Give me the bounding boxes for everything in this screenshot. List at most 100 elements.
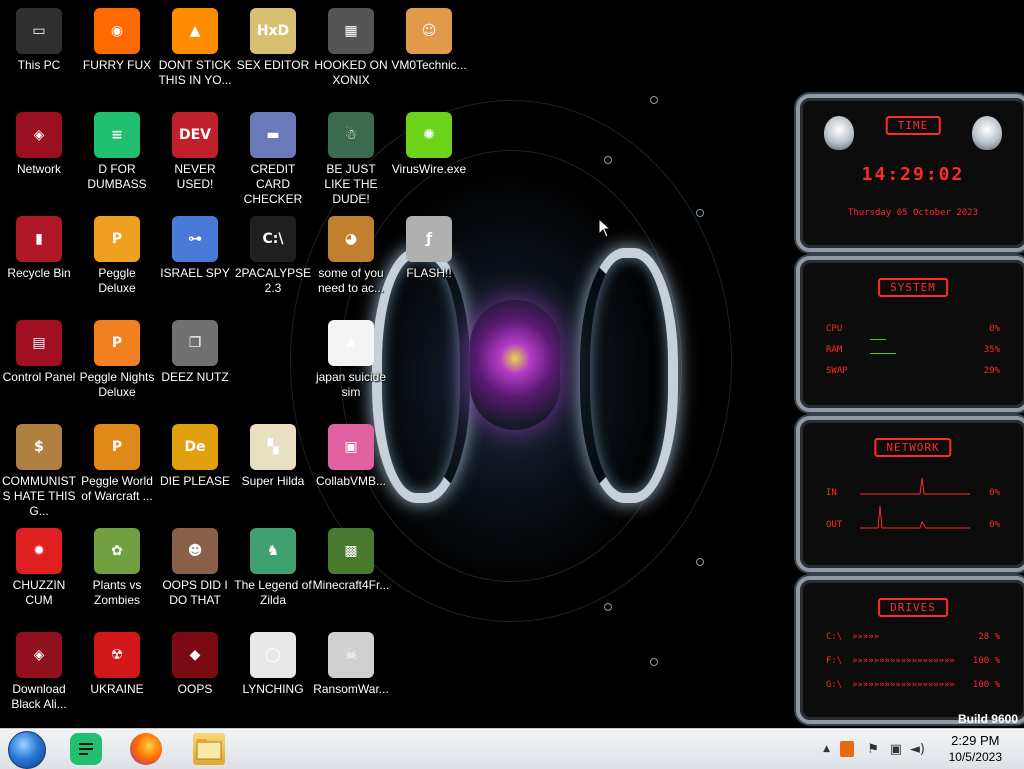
desktop-icon[interactable]: ☠ RansomWar... (312, 626, 390, 726)
tray-network-icon[interactable]: ▣ (890, 742, 902, 757)
desktop-icon[interactable]: P Peggle Nights Deluxe (78, 314, 156, 414)
desktop-icon[interactable]: P Peggle World of Warcraft ... (78, 418, 156, 518)
system-label: SWAP (826, 366, 848, 376)
desktop-icon[interactable]: ▣ CollabVMB... (312, 418, 390, 518)
system-value: 29% (983, 366, 1000, 376)
alienware-oops-icon: ◆ (172, 632, 218, 678)
taskbar-file-explorer-button[interactable] (193, 733, 225, 765)
desktop-icon[interactable]: ƒ FLASH!! (390, 210, 468, 310)
drive-row-g: G:\ »»»»»»»»»»»»»»»»»»» 100 % (826, 680, 1000, 692)
taskbar-clock[interactable]: 2:29 PM 10/5/2023 (949, 733, 1002, 765)
desktop-icon[interactable]: ▭ This PC (0, 2, 78, 102)
desktop-icon[interactable]: De DIE PLEASE (156, 418, 234, 518)
widget-time-date: Thursday 05 October 2023 (847, 208, 979, 218)
dog-icon: ◕ (328, 216, 374, 262)
desktop-icon[interactable]: C:\ 2PACALYPSE 2.3 (234, 210, 312, 310)
pvz-icon: ✿ (94, 528, 140, 574)
desktop-icon[interactable]: ☺ VM0Technic... (390, 2, 468, 102)
network-row-out: OUT 0% (826, 520, 1000, 532)
desktop-icon[interactable]: ☢ UKRAINE (78, 626, 156, 726)
network-label: IN (826, 488, 837, 498)
desktop-icon[interactable]: ✿ Plants vs Zombies (78, 522, 156, 622)
drive-bar: »»»»»»»»»»»»»»»»»»» (852, 656, 955, 666)
background-dot (650, 658, 658, 666)
desktop-icon[interactable]: ▮ Recycle Bin (0, 210, 78, 310)
desktop-icon-label: NEVER USED! (174, 162, 216, 191)
widget-system-title: SYSTEM (878, 278, 948, 297)
desktop-icon[interactable]: ▚ Super Hilda (234, 418, 312, 518)
desktop-icon-label: Peggle Nights Deluxe (79, 370, 155, 399)
desktop-icon[interactable]: ◉ FURRY FUX (78, 2, 156, 102)
system-value: 35% (983, 345, 1000, 355)
start-orb-button[interactable] (8, 731, 46, 769)
desktop-icon[interactable]: ▦ HOOKED ON XONIX (312, 2, 390, 102)
hex-editor-icon: HxD (250, 8, 296, 54)
desktop-icon[interactable]: ♟ japan suicide sim (312, 314, 390, 414)
taskbar-dfd-button[interactable] (70, 733, 102, 765)
desktop-icon-label: COMMUNISTS HATE THIS G... (2, 474, 76, 518)
network-label: OUT (826, 520, 843, 530)
desktop-icon[interactable]: ≡ D FOR DUMBASS (78, 106, 156, 206)
system-row-swap: SWAP 29% (826, 366, 1000, 378)
devcpp-icon: DEV (172, 112, 218, 158)
network-spy-icon: ⊶ (172, 216, 218, 262)
desktop-icon[interactable]: ▩ Minecraft4Fr... (312, 522, 390, 622)
desktop-icon[interactable]: ⊶ ISRAEL SPY (156, 210, 234, 310)
desktop-icon[interactable]: ▤ Control Panel (0, 314, 78, 414)
money-bag-icon: $ (16, 424, 62, 470)
drive-value: 28 % (978, 632, 1000, 642)
widget-drives-title: DRIVES (878, 598, 948, 617)
desktop-icon[interactable]: ✺ VirusWire.exe (390, 106, 468, 206)
vlc-icon: ▲ (172, 8, 218, 54)
desktop-icon[interactable]: DEV NEVER USED! (156, 106, 234, 206)
desktop-icon[interactable]: ❐ DEEZ NUTZ (156, 314, 234, 414)
desktop-icon-label: Peggle World of Warcraft ... (81, 474, 153, 503)
desktop-icon-label: FURRY FUX (82, 58, 152, 72)
desktop-icon[interactable]: ◈ Download Black Ali... (0, 626, 78, 726)
background-dot (604, 603, 612, 611)
flash-icon: ƒ (406, 216, 452, 262)
desktop-icon[interactable]: ◯ LYNCHING (234, 626, 312, 726)
widget-time-title: TIME (885, 116, 941, 135)
desktop-icon-label: japan suicide sim (315, 370, 387, 399)
drive-bar: »»»»»»»»»»»»»»»»»»» (852, 680, 955, 690)
system-value: 0% (989, 324, 1000, 334)
desktop-icon[interactable]: ◈ Network (0, 106, 78, 206)
firefox-icon: ◉ (94, 8, 140, 54)
tray-chevron-up-icon[interactable]: ▲ (823, 744, 830, 754)
background-core (470, 300, 560, 430)
desktop-icon[interactable]: ♞ The Legend of Zilda (234, 522, 312, 622)
network-graph (860, 477, 970, 529)
system-row-cpu: CPU 0% (826, 324, 1000, 336)
desktop-icon[interactable]: ☃ BE JUST LIKE THE DUDE! (312, 106, 390, 206)
desktop-icon[interactable]: $ COMMUNISTS HATE THIS G... (0, 418, 78, 518)
tray-flag-icon[interactable]: ⚑ (867, 742, 879, 757)
taskbar-firefox-button[interactable] (130, 733, 162, 765)
widget-network-title: NETWORK (874, 438, 952, 457)
tray-app-icon[interactable] (840, 741, 854, 757)
desktop-icon-label: Download Black Ali... (11, 682, 67, 711)
desktop-icon-label: This PC (17, 58, 61, 72)
desktop-icon[interactable]: ▬ CREDIT CARD CHECKER (234, 106, 312, 206)
drive-row-f: F:\ »»»»»»»»»»»»»»»»»»» 100 % (826, 656, 1000, 668)
widget-drives-panel: DRIVES C:\ »»»»» 28 % F:\ »»»»»»»»»»»»»»»»»… (796, 576, 1024, 724)
desktop-icon[interactable]: ✹ CHUZZIN CUM (0, 522, 78, 622)
cmd-icon: C:\ (250, 216, 296, 262)
desktop-icon[interactable]: P Peggle Deluxe (78, 210, 156, 310)
system-label: RAM (826, 345, 843, 355)
drive-label: G:\ (826, 680, 843, 690)
tray-volume-icon[interactable]: ◄) (910, 742, 925, 757)
desktop-icon[interactable]: ▲ DONT STICK THIS IN YO... (156, 2, 234, 102)
desktop-icon-label: Minecraft4Fr... (312, 578, 390, 592)
desktop-icon[interactable]: ◕ some of you need to ac... (312, 210, 390, 310)
desktop-icon-label: Peggle Deluxe (98, 266, 136, 295)
network-value: 0% (989, 520, 1000, 530)
desktop-icon[interactable]: ◆ OOPS (156, 626, 234, 726)
desktop-icon-label: OOPS (177, 682, 213, 696)
desktop-icon[interactable]: ☻ OOPS DID I DO THAT (156, 522, 234, 622)
desktop-icon[interactable]: HxD SEX EDITOR (234, 2, 312, 102)
ram-graph (870, 339, 886, 340)
radiation-icon: ☢ (94, 632, 140, 678)
peggle-icon: P (94, 216, 140, 262)
limewire-icon: ✺ (406, 112, 452, 158)
